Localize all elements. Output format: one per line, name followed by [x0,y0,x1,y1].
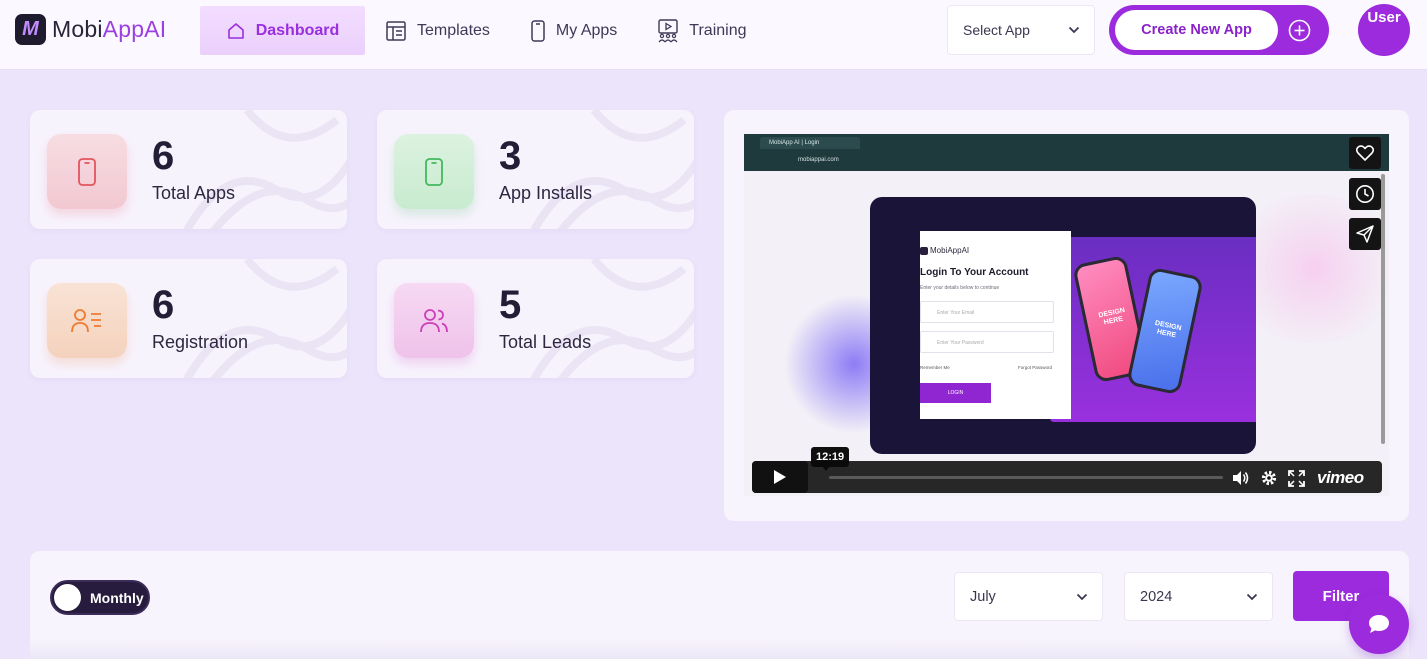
nav-item-my-apps[interactable]: My Apps [510,6,637,55]
fullscreen-icon[interactable] [1288,469,1305,487]
stat-value: 6 [152,134,175,178]
stat-value: 5 [499,283,522,327]
video-browser-bar: MobiApp AI | Login mobiappai.com [744,134,1389,171]
nav-item-training[interactable]: Training [637,6,766,55]
chat-icon [1369,615,1389,633]
video-scrollbar [1381,174,1385,444]
decorative-pattern [530,110,694,229]
stat-card-app-installs: 3 App Installs [377,110,694,229]
video-controls: vimeo [752,461,1382,493]
stat-value: 6 [152,283,175,327]
volume-icon[interactable] [1232,470,1250,486]
main-nav: Dashboard Templates My Apps Training [200,6,767,55]
stat-label: Total Leads [499,332,592,352]
stat-card-registration: 6 Registration [30,259,347,378]
stat-value: 3 [499,134,522,178]
browser-tab: MobiApp AI | Login [760,137,860,149]
top-navigation-bar: M MobiAppAI Dashboard Templates My Apps … [0,0,1427,70]
login-brand-text: MobiAppAI [920,246,969,255]
stat-icon-box [394,283,474,358]
user-list-icon [71,308,101,332]
login-button: LOGIN [920,383,991,403]
brand-name: MobiAppAI [52,16,167,42]
logo[interactable]: M MobiAppAI [15,14,166,45]
nav-label: Training [689,21,747,39]
user-avatar[interactable]: User [1358,4,1410,56]
nav-item-templates[interactable]: Templates [365,6,510,55]
browser-url: mobiappai.com [798,157,839,163]
login-remember-me: Remember Me [920,365,950,370]
stat-label: Total Apps [152,183,236,203]
chevron-down-icon [1246,593,1258,600]
video-player[interactable]: MobiApp AI | Login mobiappai.com MobiApp… [744,134,1389,496]
play-icon [774,470,786,484]
chat-support-button[interactable] [1349,594,1409,654]
vimeo-logo[interactable]: vimeo [1317,468,1364,488]
training-video-panel: MobiApp AI | Login mobiappai.com MobiApp… [724,110,1409,521]
plus-circle-icon [1288,19,1311,42]
login-subtitle: Enter your details below to continue [920,285,1000,291]
smartphone-icon [78,157,96,186]
users-icon [420,308,448,332]
send-icon [1356,225,1374,243]
month-value: July [970,588,996,605]
stat-icon-box [47,134,127,209]
nav-item-dashboard[interactable]: Dashboard [200,6,365,55]
templates-icon [386,20,406,41]
login-email-field: Enter Your Email [920,301,1054,323]
stat-card-total-leads: 5 Total Leads [377,259,694,378]
monthly-toggle[interactable]: Monthly [50,580,150,615]
nav-label: Dashboard [255,21,340,39]
mobiappai-logo-icon: M [15,14,46,45]
settings-gear-icon[interactable] [1260,469,1278,487]
login-forgot-password: Forgot Password [1018,365,1053,370]
login-title: Login To Your Account [920,267,1029,278]
video-control-icons: vimeo [1232,468,1364,488]
chevron-down-icon [1068,26,1080,34]
year-value: 2024 [1140,588,1173,605]
user-label: User [1367,9,1401,26]
watch-later-button[interactable] [1349,178,1381,210]
decorative-pattern [183,110,347,229]
smartphone-icon [531,19,545,42]
select-app-dropdown[interactable]: Select App [947,5,1095,55]
video-login-mockup: MobiAppAI Login To Your Account Enter yo… [870,197,1256,454]
create-new-app-label: Create New App [1115,10,1278,50]
login-password-field: Enter Your Password [920,331,1054,353]
toggle-label: Monthly [90,590,144,606]
share-button[interactable] [1349,218,1381,250]
like-button[interactable] [1349,137,1381,169]
stat-label: Registration [152,332,249,352]
training-icon [658,18,678,42]
play-button[interactable] [752,461,808,493]
year-dropdown[interactable]: 2024 [1124,572,1273,621]
select-app-value: Select App [963,22,1030,38]
video-progress-bar[interactable] [829,476,1223,479]
stat-card-total-apps: 6 Total Apps [30,110,347,229]
chevron-down-icon [1076,593,1088,600]
toggle-knob [54,584,81,611]
stat-icon-box [47,283,127,358]
smartphone-icon [425,157,443,186]
stat-label: App Installs [499,183,593,203]
home-icon [227,22,244,39]
clock-icon [1356,185,1374,203]
bottom-shade [30,638,1409,659]
nav-label: Templates [417,21,490,39]
decorative-pattern [530,259,694,378]
heart-icon [1356,145,1374,161]
decorative-pattern [183,259,347,378]
login-form-mockup: MobiAppAI Login To Your Account Enter yo… [920,231,1071,419]
stat-icon-box [394,134,474,209]
nav-label: My Apps [555,21,618,39]
create-new-app-button[interactable]: Create New App [1109,5,1329,55]
month-dropdown[interactable]: July [954,572,1103,621]
